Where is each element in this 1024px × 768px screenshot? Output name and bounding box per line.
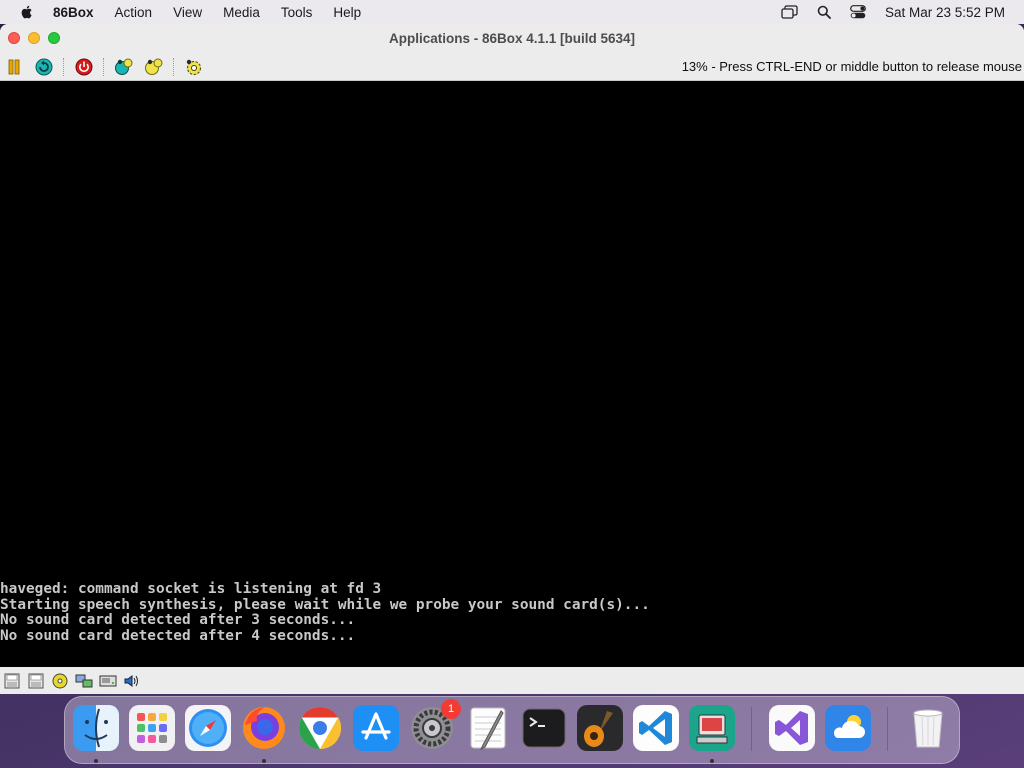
console-line: Starting speech synthesis, please wait w… (0, 596, 650, 613)
reset-icon[interactable] (33, 57, 55, 77)
toolbar-separator (103, 57, 105, 76)
menu-app-name[interactable]: 86Box (53, 5, 94, 20)
dock: 1 (64, 696, 960, 764)
title-bar[interactable]: Applications - 86Box 4.1.1 [build 5634] (0, 24, 1024, 53)
emulator-window: Applications - 86Box 4.1.1 [build 5634] … (0, 24, 1024, 694)
menu-help[interactable]: Help (333, 5, 361, 20)
dock-safari[interactable] (185, 705, 231, 751)
emulator-toolbar: 13% - Press CTRL-END or middle button to… (0, 53, 1024, 81)
menu-bar: 86Box Action View Media Tools Help Sat M… (0, 0, 1024, 24)
dock-firefox[interactable] (241, 705, 287, 751)
floppy-1-icon[interactable] (2, 672, 22, 690)
screen-mirroring-icon[interactable] (781, 4, 799, 20)
dock-app-store[interactable] (353, 705, 399, 751)
ctrl-alt-esc-icon[interactable] (143, 57, 165, 77)
dock-weather[interactable] (825, 705, 871, 751)
dock-visual-studio[interactable] (769, 705, 815, 751)
menu-action[interactable]: Action (115, 5, 153, 20)
dock-terminal[interactable] (521, 705, 567, 751)
dock-launchpad[interactable] (129, 705, 175, 751)
control-center-icon[interactable] (849, 4, 867, 20)
dock-divider (751, 707, 752, 751)
menu-view[interactable]: View (173, 5, 202, 20)
dock-system-settings[interactable]: 1 (409, 699, 461, 751)
hard-disk-icon[interactable] (98, 672, 118, 690)
console-line: haveged: command socket is listening at … (0, 580, 382, 597)
dock-86box[interactable] (689, 705, 735, 751)
console-line: No sound card detected after 4 seconds..… (0, 628, 356, 645)
notification-badge: 1 (441, 699, 461, 719)
window-title: Applications - 86Box 4.1.1 [build 5634] (388, 31, 636, 46)
menu-media[interactable]: Media (223, 5, 260, 20)
emulator-screen[interactable]: haveged: command socket is listening at … (0, 81, 1024, 667)
menu-tools[interactable]: Tools (281, 5, 313, 20)
running-indicator (94, 759, 98, 763)
dock-trash[interactable] (905, 705, 951, 751)
toolbar-separator (63, 57, 65, 76)
dock-chrome[interactable] (297, 705, 343, 751)
emulator-statusbar (0, 667, 1024, 694)
sound-icon[interactable] (122, 672, 142, 690)
settings-icon[interactable] (183, 57, 205, 77)
dock-finder[interactable] (73, 705, 119, 751)
menu-clock[interactable]: Sat Mar 23 5:52 PM (885, 5, 1005, 20)
floppy-2-icon[interactable] (26, 672, 46, 690)
console-line: No sound card detected after 3 seconds..… (0, 612, 356, 629)
dock-garageband[interactable] (577, 705, 623, 751)
console-output: haveged: command socket is listening at … (0, 580, 650, 645)
running-indicator (262, 759, 266, 763)
mouse-capture-status: 13% - Press CTRL-END or middle button to… (681, 59, 1022, 74)
dock-vscode[interactable] (633, 705, 679, 751)
pause-icon[interactable] (3, 57, 25, 77)
running-indicator (710, 759, 714, 763)
dock-divider (887, 707, 888, 751)
dock-textedit[interactable] (465, 705, 511, 751)
cdrom-icon[interactable] (50, 672, 70, 690)
apple-logo-icon[interactable] (19, 4, 35, 20)
power-icon[interactable] (73, 57, 95, 77)
spotlight-search-icon[interactable] (815, 4, 833, 20)
ctrl-alt-del-icon[interactable] (113, 57, 135, 77)
network-icon[interactable] (74, 672, 94, 690)
toolbar-separator (173, 57, 175, 76)
